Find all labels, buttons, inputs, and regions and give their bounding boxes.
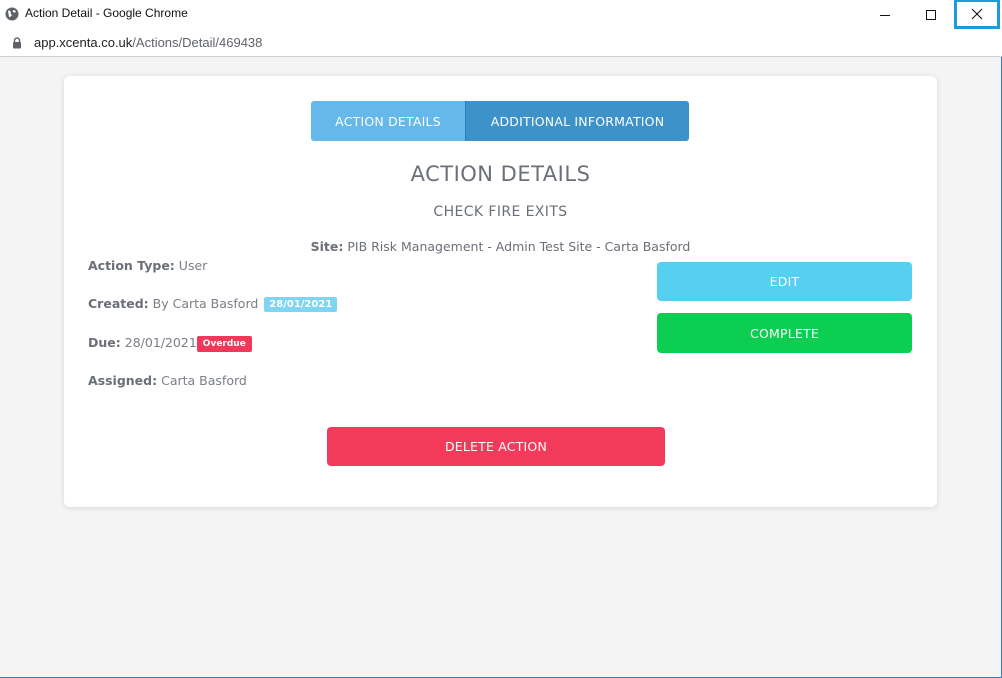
close-icon: [971, 8, 983, 20]
url-domain: app.xcenta.co.uk: [34, 35, 133, 50]
tab-additional-information[interactable]: ADDITIONAL INFORMATION: [465, 101, 689, 141]
overdue-badge: Overdue: [196, 336, 252, 352]
created-date-badge: 28/01/2021: [264, 297, 338, 312]
due-label: Due:: [88, 335, 121, 350]
minimize-button[interactable]: [862, 0, 908, 29]
page-title: ACTION DETAILS: [410, 162, 591, 186]
minimize-icon: [880, 14, 890, 16]
action-name: CHECK FIRE EXITS: [433, 204, 568, 220]
maximize-button[interactable]: [908, 0, 954, 29]
assigned-field: Assigned: Carta Basford: [88, 373, 247, 388]
action-type-label: Action Type:: [88, 258, 175, 273]
created-field: Created: By Carta Basford 28/01/2021: [88, 296, 338, 312]
assigned-label: Assigned:: [88, 373, 158, 388]
lock-icon: [13, 37, 21, 49]
action-type-field: Action Type: User: [88, 258, 207, 273]
browser-window: Action Detail - Google Chrome app.xcenta…: [0, 0, 1002, 678]
complete-button[interactable]: COMPLETE: [657, 313, 912, 353]
globe-icon: [5, 7, 19, 21]
url-path: /Actions/Detail/469438: [132, 35, 263, 50]
window-title: Action Detail - Google Chrome: [25, 6, 188, 20]
title-bar: Action Detail - Google Chrome: [0, 0, 1002, 29]
edit-button[interactable]: EDIT: [657, 262, 912, 301]
site-value: PIB Risk Management - Admin Test Site - …: [347, 239, 691, 254]
maximize-icon: [926, 9, 936, 20]
close-button[interactable]: [954, 0, 1000, 29]
site-label: Site:: [310, 239, 344, 254]
site-line: Site: PIB Risk Management - Admin Test S…: [64, 239, 937, 254]
tab-bar: ACTION DETAILS ADDITIONAL INFORMATION: [311, 101, 689, 141]
url-text[interactable]: app.xcenta.co.uk/Actions/Detail/469438: [34, 35, 262, 50]
tab-action-details[interactable]: ACTION DETAILS: [311, 101, 465, 141]
assigned-value: Carta Basford: [161, 373, 247, 388]
created-value: By Carta Basford: [152, 296, 259, 311]
action-detail-card: ACTION DETAILS ADDITIONAL INFORMATION AC…: [64, 76, 937, 507]
delete-action-button[interactable]: DELETE ACTION: [327, 427, 665, 466]
created-label: Created:: [88, 296, 149, 311]
address-bar[interactable]: app.xcenta.co.uk/Actions/Detail/469438: [0, 29, 1002, 57]
due-field: Due: 28/01/2021 Overdue: [88, 335, 252, 352]
action-type-value: User: [178, 258, 208, 273]
due-value: 28/01/2021: [124, 335, 197, 350]
